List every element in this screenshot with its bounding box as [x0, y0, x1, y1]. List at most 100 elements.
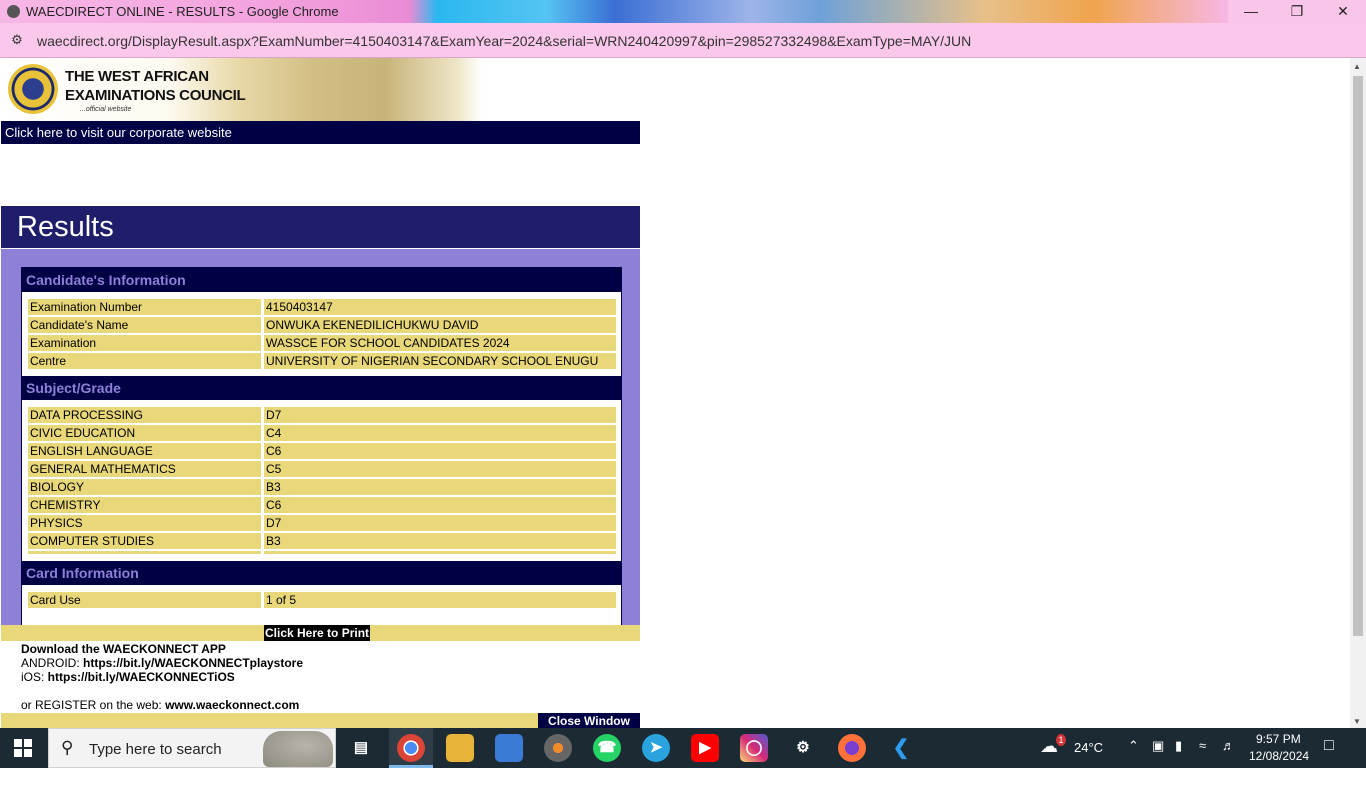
table-row: PHYSICS D7 — [28, 515, 616, 531]
table-row: CHEMISTRY C6 — [28, 497, 616, 513]
search-placeholder: Type here to search — [89, 741, 222, 758]
taskbar-search-box[interactable]: ⚲ Type here to search — [48, 728, 336, 768]
vertical-scrollbar[interactable]: ▲ ▼ — [1350, 58, 1366, 728]
chrome-site-icon — [7, 5, 20, 18]
table-row: Centre UNIVERSITY OF NIGERIAN SECONDARY … — [28, 353, 616, 369]
register-link[interactable]: www.waeckonnect.com — [165, 698, 299, 712]
ios-link[interactable]: https://bit.ly/WAECKONNECTiOS — [48, 670, 235, 684]
restore-button[interactable]: ❐ — [1274, 0, 1320, 23]
scroll-up-icon[interactable]: ▲ — [1353, 62, 1361, 71]
meet-icon[interactable]: ▣ — [1152, 738, 1164, 778]
subject-grade: C6 — [264, 497, 616, 513]
card-info-heading: Card Information — [22, 561, 621, 585]
firefox-icon[interactable] — [838, 734, 866, 762]
windows-start-icon[interactable] — [14, 739, 32, 757]
table-row: CIVIC EDUCATION C4 — [28, 425, 616, 441]
subject-name: PHYSICS — [28, 515, 261, 531]
table-row: BIOLOGY B3 — [28, 479, 616, 495]
clock-date[interactable]: 12/08/2024 — [1249, 749, 1309, 789]
subject-grade: D7 — [264, 515, 616, 531]
youtube-icon[interactable]: ▶ — [691, 734, 719, 762]
android-link[interactable]: https://bit.ly/WAECKONNECTplaystore — [83, 656, 303, 670]
logo-text-line1: THE WEST AFRICAN — [65, 68, 209, 85]
telegram-icon[interactable]: ➤ — [642, 734, 670, 762]
url-field[interactable]: waecdirect.org/DisplayResult.aspx?ExamNu… — [37, 33, 971, 49]
corporate-website-link[interactable]: Click here to visit our corporate websit… — [1, 121, 640, 144]
subject-grade: C4 — [264, 425, 616, 441]
ios-label: iOS: — [21, 670, 48, 684]
waec-banner: THE WEST AFRICAN EXAMINATIONS COUNCIL ..… — [0, 58, 482, 121]
info-label: Examination Number — [28, 299, 261, 315]
task-view-icon[interactable]: ▤ — [347, 734, 375, 762]
candidate-info-heading: Candidate's Information — [22, 268, 621, 292]
scrollbar-thumb[interactable] — [1353, 76, 1363, 636]
print-button[interactable]: Click Here to Print — [264, 625, 371, 641]
instagram-icon[interactable]: ◯ — [740, 734, 768, 762]
minimize-button[interactable]: — — [1228, 0, 1274, 23]
print-bar: Click Here to Print — [1, 625, 640, 641]
info-value: UNIVERSITY OF NIGERIAN SECONDARY SCHOOL … — [264, 353, 616, 369]
subject-grade-panel: Subject/Grade DATA PROCESSING D7 CIVIC E… — [21, 376, 622, 562]
subject-name: COMPUTER STUDIES — [28, 533, 261, 549]
notification-icon[interactable]: □ — [1324, 737, 1334, 777]
speaker-icon[interactable]: ♬ — [1222, 738, 1235, 778]
subject-name: GENERAL MATHEMATICS — [28, 461, 261, 477]
weather-badge: 1 — [1056, 734, 1066, 746]
window-title-bar: WAECDIRECT ONLINE - RESULTS - Google Chr… — [0, 0, 1366, 23]
subject-grade: B3 — [264, 533, 616, 549]
table-row: DATA PROCESSING D7 — [28, 407, 616, 423]
card-info-panel: Card Information Card Use 1 of 5 — [21, 561, 622, 625]
results-title: Results — [1, 206, 640, 248]
table-row: Card Use 1 of 5 — [28, 592, 616, 608]
subject-grade: B3 — [264, 479, 616, 495]
info-value: WASSCE FOR SCHOOL CANDIDATES 2024 — [264, 335, 616, 351]
ios-line: iOS: https://bit.ly/WAECKONNECTiOS — [21, 670, 235, 684]
wifi-icon[interactable]: ≈ — [1199, 738, 1206, 778]
subject-name: ENGLISH LANGUAGE — [28, 443, 261, 459]
table-row: ENGLISH LANGUAGE C6 — [28, 443, 616, 459]
site-settings-icon[interactable]: ⚙ — [8, 31, 26, 49]
whatsapp-icon[interactable]: ☎ — [593, 734, 621, 762]
subject-name: CIVIC EDUCATION — [28, 425, 261, 441]
results-container: Candidate's Information Examination Numb… — [1, 249, 640, 625]
close-window-link[interactable]: Close Window — [538, 713, 640, 728]
battery-icon[interactable]: ▮ — [1175, 738, 1182, 778]
card-label: Card Use — [28, 592, 261, 608]
android-label: ANDROID: — [21, 656, 84, 670]
subject-grade-heading: Subject/Grade — [22, 376, 621, 400]
info-label: Centre — [28, 353, 261, 369]
info-value: ONWUKA EKENEDILICHUKWU DAVID — [264, 317, 616, 333]
chrome-icon[interactable] — [397, 734, 425, 762]
table-row: Examination Number 4150403147 — [28, 299, 616, 315]
subject-grade: D7 — [264, 407, 616, 423]
close-window-button[interactable]: ✕ — [1320, 0, 1366, 23]
settings-gear-icon[interactable]: ⚙ — [789, 734, 817, 762]
subject-name: BIOLOGY — [28, 479, 261, 495]
subject-name: CHEMISTRY — [28, 497, 261, 513]
subject-grade: C6 — [264, 443, 616, 459]
chevron-up-icon[interactable]: ⌃ — [1128, 738, 1139, 778]
waec-seal-icon — [8, 64, 58, 114]
logo-tagline: ...official website — [80, 106, 132, 113]
info-value: 4150403147 — [264, 299, 616, 315]
scroll-down-icon[interactable]: ▼ — [1353, 717, 1361, 726]
table-row: Examination WASSCE FOR SCHOOL CANDIDATES… — [28, 335, 616, 351]
table-row: Candidate's Name ONWUKA EKENEDILICHUKWU … — [28, 317, 616, 333]
filler-cell — [264, 551, 616, 554]
vscode-icon[interactable]: ❮ — [887, 734, 915, 762]
weather-temperature[interactable]: 24°C — [1074, 740, 1103, 780]
subject-grade: C5 — [264, 461, 616, 477]
register-line: or REGISTER on the web: www.waeckonnect.… — [21, 698, 299, 712]
download-heading: Download the WAECKONNECT APP — [21, 642, 226, 656]
page-viewport: THE WEST AFRICAN EXAMINATIONS COUNCIL ..… — [0, 58, 1366, 728]
address-bar: ⚙ waecdirect.org/DisplayResult.aspx?Exam… — [0, 23, 1366, 58]
close-bar: Close Window — [1, 713, 640, 728]
windows-taskbar: ⚲ Type here to search ▤ ☎ ➤ ▶ ◯ ⚙ ❮ ☁ 1 … — [0, 728, 1366, 768]
filler-cell — [28, 551, 261, 554]
microsoft-store-icon[interactable] — [495, 734, 523, 762]
table-row: COMPUTER STUDIES B3 — [28, 533, 616, 549]
android-line: ANDROID: https://bit.ly/WAECKONNECTplays… — [21, 656, 303, 670]
search-highlight-image — [263, 731, 333, 767]
file-explorer-icon[interactable] — [446, 734, 474, 762]
media-player-icon[interactable] — [544, 734, 572, 762]
